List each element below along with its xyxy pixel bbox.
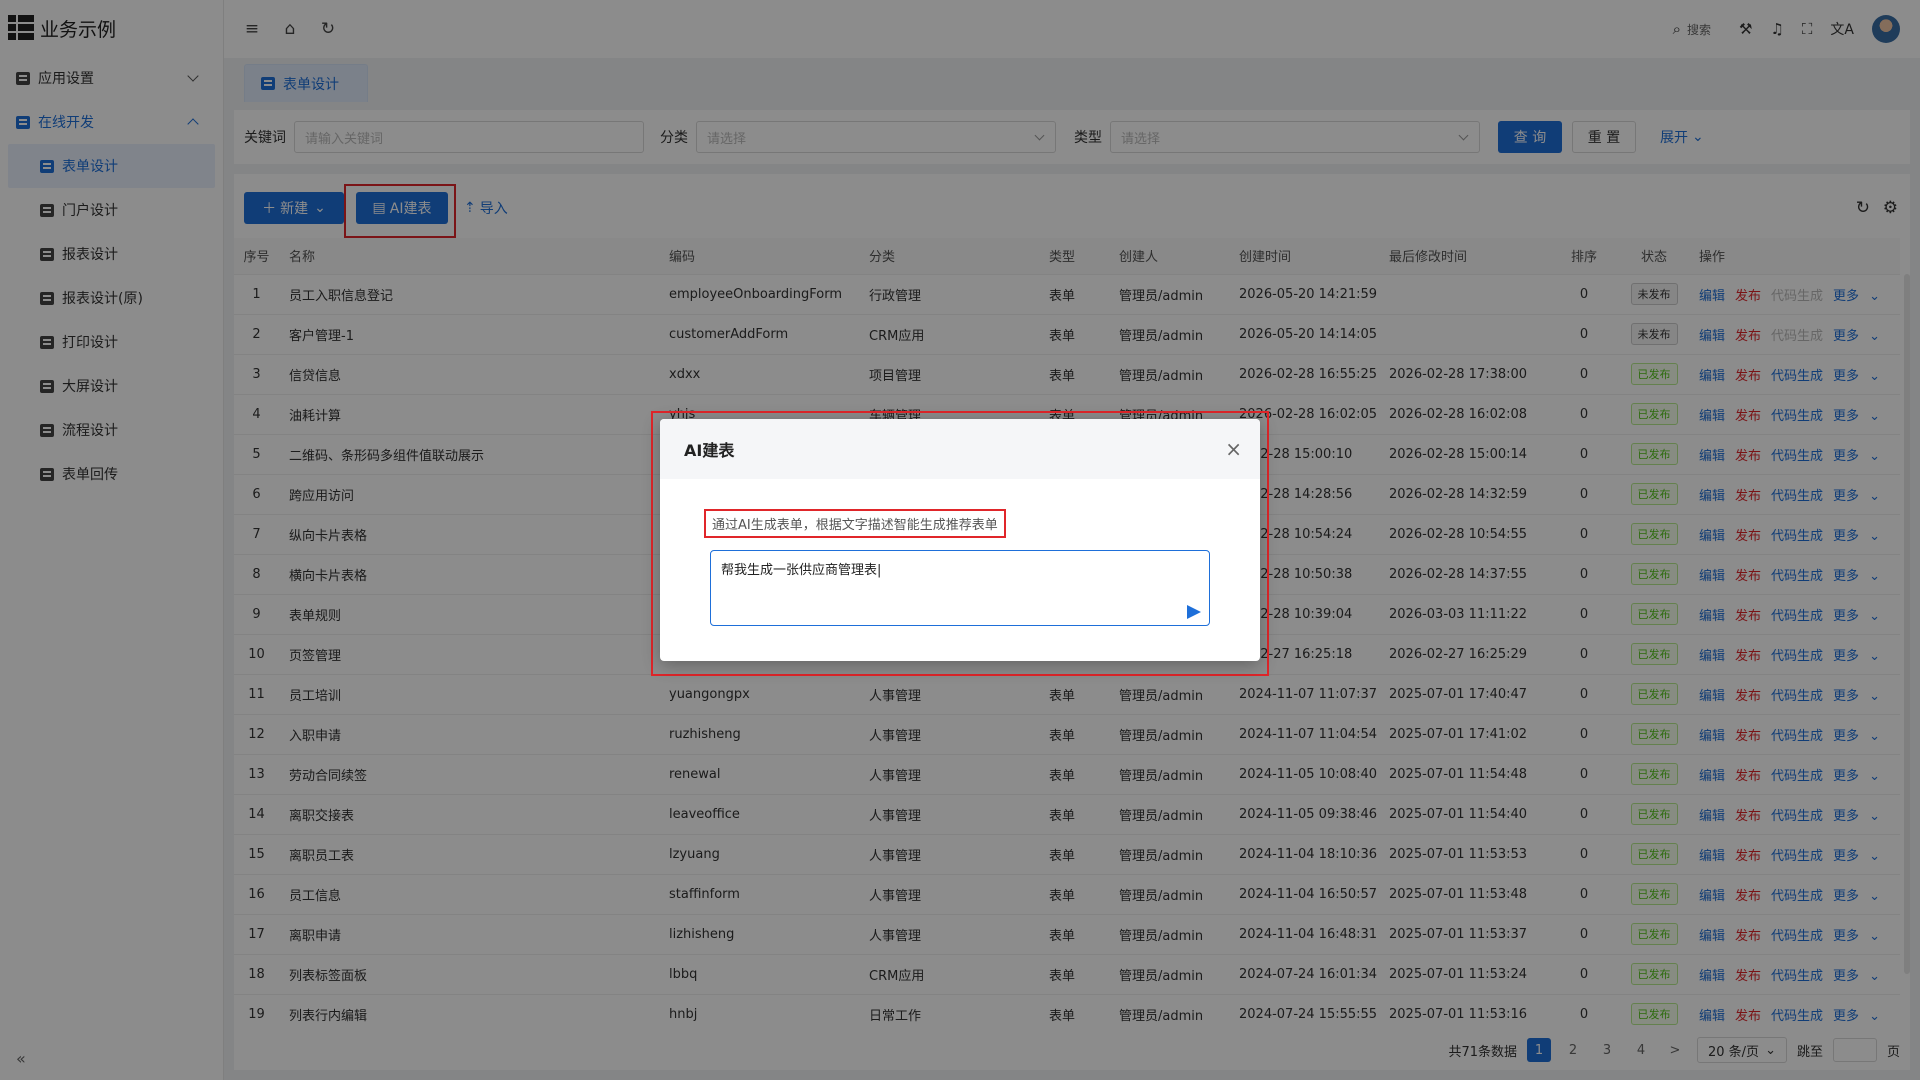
text-cursor: |: [877, 563, 882, 578]
modal-title: AI建表: [684, 441, 735, 460]
modal-description: 通过AI生成表单，根据文字描述智能生成推荐表单: [704, 509, 1006, 538]
send-icon[interactable]: [1187, 605, 1201, 619]
ai-prompt-textarea[interactable]: 帮我生成一张供应商管理表|: [710, 550, 1210, 626]
close-icon[interactable]: ×: [1225, 437, 1242, 461]
ai-build-modal: AI建表 × 通过AI生成表单，根据文字描述智能生成推荐表单 帮我生成一张供应商…: [660, 419, 1260, 661]
modal-description-text: 通过AI生成表单，根据文字描述智能生成推荐表单: [704, 509, 1006, 538]
modal-header: AI建表 ×: [660, 419, 1260, 479]
ai-prompt-value: 帮我生成一张供应商管理表: [721, 563, 878, 578]
